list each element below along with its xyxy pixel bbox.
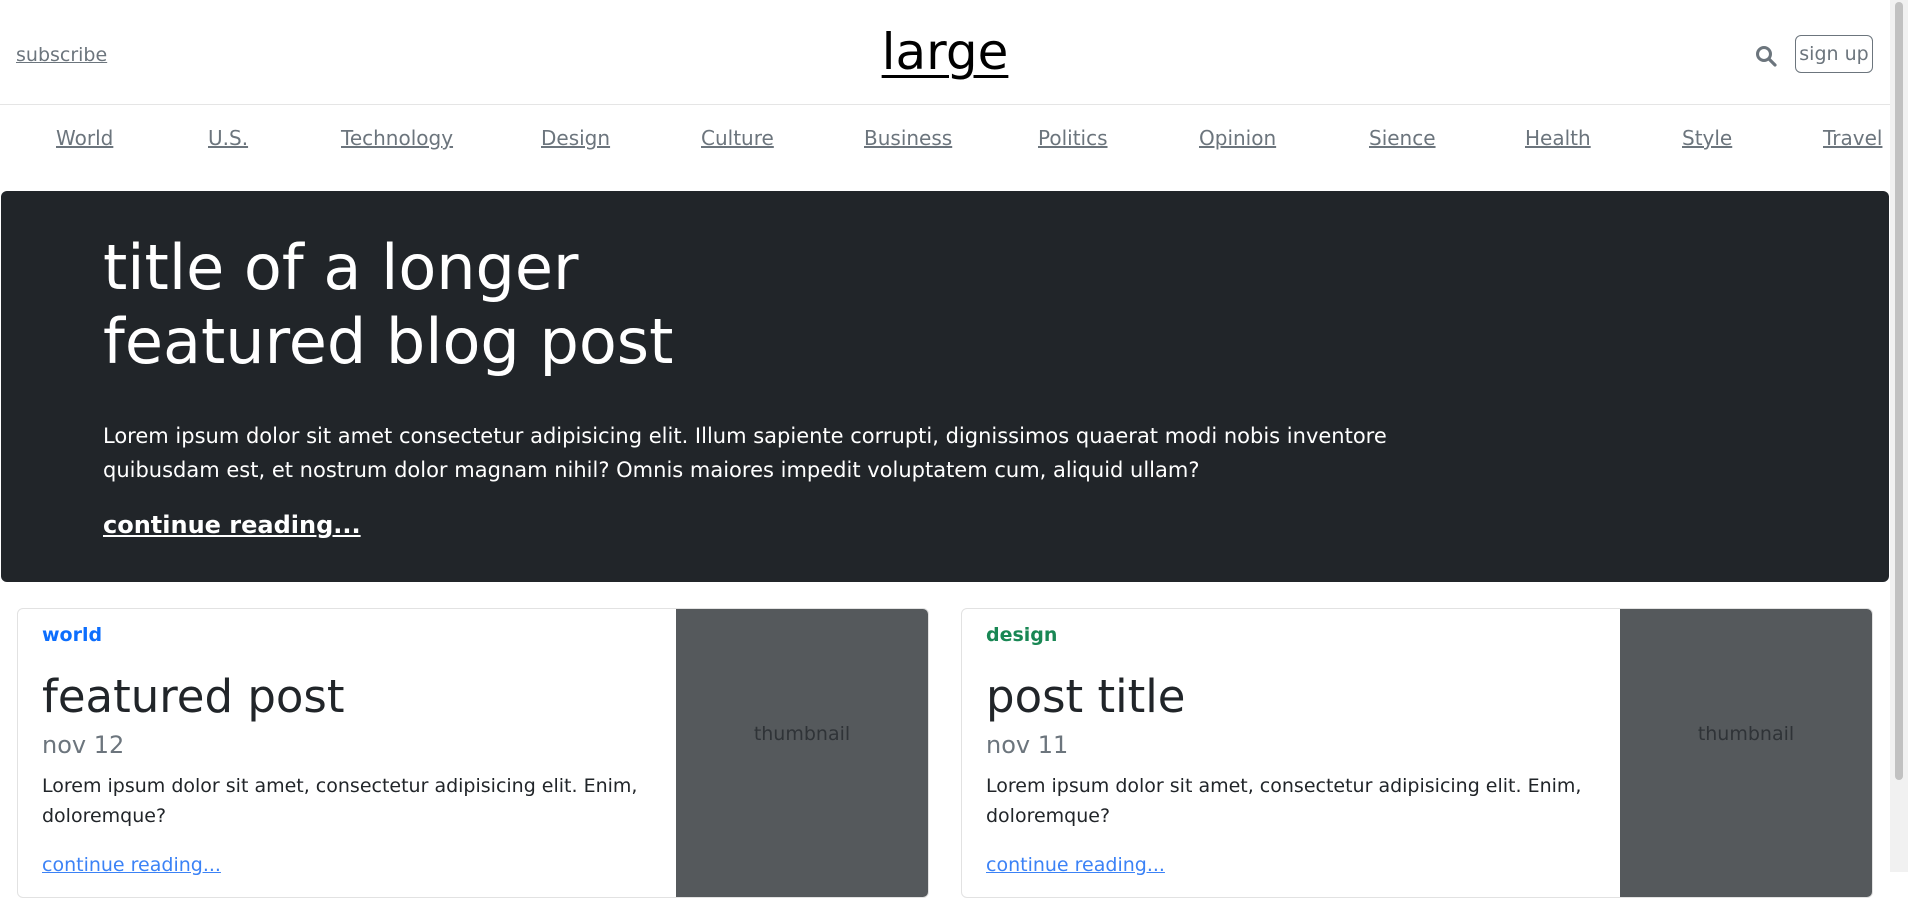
- nav-item-world[interactable]: World: [56, 126, 113, 150]
- thumbnail-label: thumbnail: [1697, 723, 1795, 745]
- nav-item-politics[interactable]: Politics: [1038, 126, 1108, 150]
- sign-up-button[interactable]: sign up: [1795, 35, 1873, 73]
- search-icon[interactable]: [1754, 44, 1778, 68]
- post-thumbnail: thumbnail: [1620, 609, 1872, 897]
- nav-item-health[interactable]: Health: [1525, 126, 1591, 150]
- nav-item-travel[interactable]: Travel: [1823, 126, 1882, 150]
- site-logo[interactable]: large: [0, 22, 1890, 82]
- post-card: design post title nov 11 Lorem ipsum dol…: [961, 608, 1873, 898]
- post-title: post title: [986, 670, 1186, 723]
- hero-excerpt: Lorem ipsum dolor sit amet consectetur a…: [103, 424, 1387, 482]
- post-continue-reading-link[interactable]: continue reading...: [42, 854, 221, 876]
- thumbnail-label: thumbnail: [753, 723, 851, 745]
- post-excerpt: Lorem ipsum dolor sit amet, consectetur …: [986, 775, 1582, 827]
- post-date: nov 12: [42, 731, 125, 759]
- nav-item-sience[interactable]: Sience: [1369, 126, 1436, 150]
- nav-item-style[interactable]: Style: [1682, 126, 1732, 150]
- post-date: nov 11: [986, 731, 1069, 759]
- scrollbar-thumb[interactable]: [1895, 2, 1903, 780]
- post-excerpt: Lorem ipsum dolor sit amet, consectetur …: [42, 775, 638, 827]
- nav-item-technology[interactable]: Technology: [341, 126, 453, 150]
- post-category: design: [986, 624, 1058, 646]
- post-category: world: [42, 624, 103, 646]
- hero-title: title of a longer featured blog post: [103, 231, 674, 378]
- site-header: subscribe large sign up: [0, 0, 1890, 105]
- nav-item-opinion[interactable]: Opinion: [1199, 126, 1276, 150]
- post-thumbnail: thumbnail: [676, 609, 928, 897]
- nav-item-culture[interactable]: Culture: [701, 126, 774, 150]
- post-card: world featured post nov 12 Lorem ipsum d…: [17, 608, 929, 898]
- hero-continue-reading-link[interactable]: continue reading...: [103, 511, 361, 539]
- page-scrollbar[interactable]: [1890, 0, 1908, 872]
- nav-item-design[interactable]: Design: [541, 126, 610, 150]
- nav-item-us[interactable]: U.S.: [208, 126, 248, 150]
- nav-item-business[interactable]: Business: [864, 126, 952, 150]
- post-title: featured post: [42, 670, 345, 723]
- post-continue-reading-link[interactable]: continue reading...: [986, 854, 1165, 876]
- featured-hero: title of a longer featured blog post Lor…: [1, 191, 1889, 582]
- category-nav: World U.S. Technology Design Culture Bus…: [0, 104, 1890, 190]
